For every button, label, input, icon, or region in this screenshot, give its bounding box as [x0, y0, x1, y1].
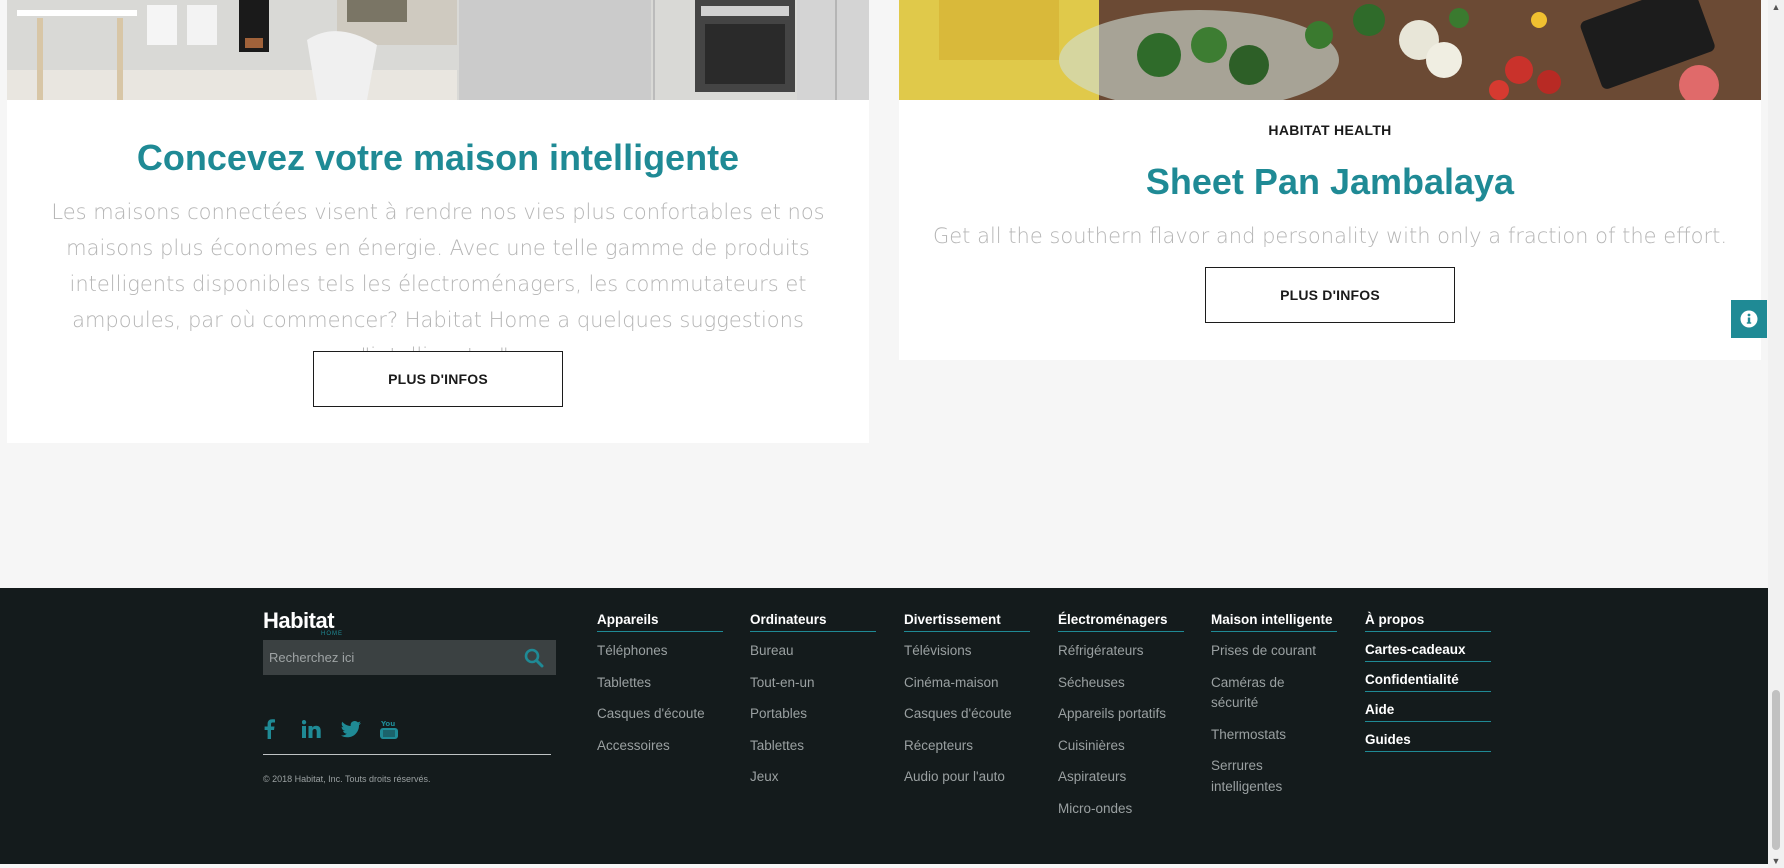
- footer-search: [263, 640, 556, 675]
- scrollbar-thumb[interactable]: [1772, 690, 1780, 850]
- card-description: Les maisons connectées visent à rendre n…: [51, 200, 825, 368]
- footer-link[interactable]: Cuisinières: [1058, 736, 1184, 757]
- article-card-jambalaya: HABITAT HEALTH Sheet Pan Jambalaya Get a…: [899, 0, 1761, 360]
- card-title[interactable]: Sheet Pan Jambalaya: [899, 161, 1761, 203]
- footer-link[interactable]: Récepteurs: [904, 736, 1030, 757]
- footer-link[interactable]: Audio pour l'auto: [904, 767, 1030, 788]
- facebook-icon[interactable]: [263, 716, 302, 742]
- info-icon: [1740, 310, 1758, 328]
- footer-link[interactable]: Tout-en-un: [750, 673, 876, 694]
- scroll-up-arrow-icon[interactable]: ▲: [1768, 0, 1784, 14]
- footer-link[interactable]: Casques d'écoute: [904, 704, 1030, 725]
- privacy-link[interactable]: Confidentialité: [1365, 672, 1491, 692]
- footer-link[interactable]: Accessoires: [597, 736, 723, 757]
- footer-link[interactable]: Réfrigérateurs: [1058, 641, 1184, 662]
- footer-link[interactable]: Cinéma-maison: [904, 673, 1030, 694]
- category-label: HABITAT HEALTH: [1268, 122, 1392, 138]
- column-title[interactable]: Divertissement: [904, 612, 1030, 632]
- footer-link[interactable]: Télévisions: [904, 641, 1030, 662]
- footer-link[interactable]: Téléphones: [597, 641, 723, 662]
- help-link[interactable]: Aide: [1365, 702, 1491, 722]
- column-title[interactable]: Appareils: [597, 612, 723, 632]
- logo-subtitle: HOME: [321, 631, 343, 637]
- footer-link[interactable]: Thermostats: [1211, 725, 1337, 746]
- footer-link[interactable]: Caméras de sécurité: [1211, 673, 1321, 714]
- footer-link[interactable]: Tablettes: [750, 736, 876, 757]
- site-footer: Habitat HOME You © 2018 Habitat, Inc. To…: [0, 588, 1768, 864]
- footer-link[interactable]: Prises de courant: [1211, 641, 1337, 662]
- footer-divider: [263, 754, 551, 755]
- more-info-button[interactable]: PLUS D'INFOS: [1205, 267, 1455, 323]
- footer-link[interactable]: Sécheuses: [1058, 673, 1184, 694]
- column-title[interactable]: Maison intelligente: [1211, 612, 1337, 632]
- column-title[interactable]: Électroménagers: [1058, 612, 1184, 632]
- card-description: Get all the southern flavor and personal…: [932, 224, 1728, 248]
- search-input[interactable]: [263, 640, 512, 675]
- youtube-icon[interactable]: You: [380, 716, 419, 742]
- footer-link[interactable]: Jeux: [750, 767, 876, 788]
- footer-link[interactable]: Aspirateurs: [1058, 767, 1184, 788]
- info-tab[interactable]: [1731, 300, 1767, 338]
- footer-link[interactable]: Bureau: [750, 641, 876, 662]
- linkedin-icon[interactable]: [302, 716, 341, 742]
- more-info-button[interactable]: PLUS D'INFOS: [313, 351, 563, 407]
- footer-link[interactable]: Appareils portatifs: [1058, 704, 1184, 725]
- page-scrollbar[interactable]: ▲ ▼: [1768, 0, 1784, 868]
- footer-link[interactable]: Casques d'écoute: [597, 704, 723, 725]
- twitter-icon[interactable]: [341, 716, 380, 742]
- kitchen-image[interactable]: [7, 0, 869, 100]
- footer-link[interactable]: Portables: [750, 704, 876, 725]
- search-icon: [524, 648, 544, 667]
- gift-cards-link[interactable]: Cartes-cadeaux: [1365, 642, 1491, 662]
- footer-column-a-propos: À propos Cartes-cadeaux Confidentialité …: [1365, 612, 1491, 762]
- salad-image[interactable]: [899, 0, 1761, 100]
- footer-column-maison-intelligente: Maison intelligente Prises de courant Ca…: [1211, 612, 1337, 808]
- footer-column-ordinateurs: Ordinateurs Bureau Tout-en-un Portables …: [750, 612, 876, 799]
- article-card-smart-home: Concevez votre maison intelligente Les m…: [7, 0, 869, 443]
- guides-link[interactable]: Guides: [1365, 732, 1491, 752]
- column-title[interactable]: Ordinateurs: [750, 612, 876, 632]
- social-links: You: [263, 716, 419, 742]
- footer-column-electromenagers: Électroménagers Réfrigérateurs Sécheuses…: [1058, 612, 1184, 830]
- svg-text:You: You: [380, 720, 395, 728]
- footer-column-appareils: Appareils Téléphones Tablettes Casques d…: [597, 612, 723, 767]
- footer-link[interactable]: Micro-ondes: [1058, 799, 1184, 820]
- about-link[interactable]: À propos: [1365, 612, 1491, 632]
- footer-link[interactable]: Serrures intelligentes: [1211, 756, 1321, 797]
- footer-column-divertissement: Divertissement Télévisions Cinéma-maison…: [904, 612, 1030, 799]
- search-button[interactable]: [512, 640, 556, 675]
- scroll-down-arrow-icon[interactable]: ▼: [1768, 854, 1784, 868]
- card-title[interactable]: Concevez votre maison intelligente: [7, 137, 869, 179]
- footer-link[interactable]: Tablettes: [597, 673, 723, 694]
- copyright-text: © 2018 Habitat, Inc. Touts droits réserv…: [263, 774, 431, 784]
